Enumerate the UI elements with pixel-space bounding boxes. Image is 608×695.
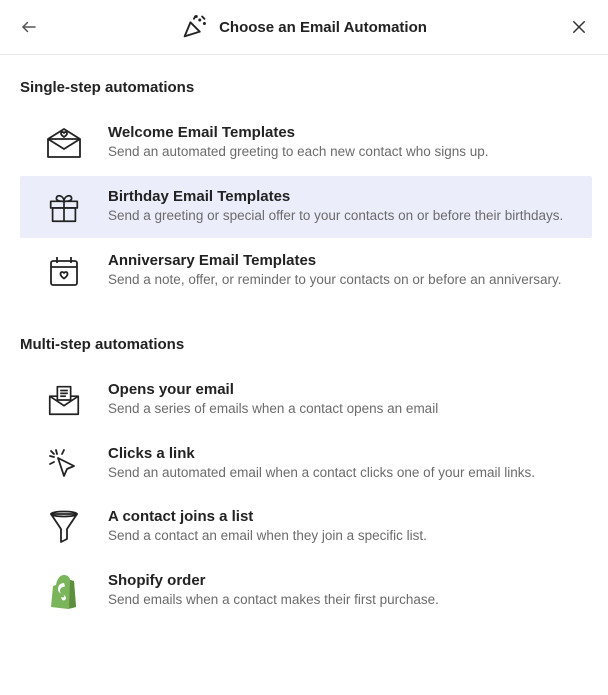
option-title: Anniversary Email Templates	[108, 252, 576, 269]
option-desc: Send emails when a contact makes their f…	[108, 591, 576, 610]
option-joins-list[interactable]: A contact joins a list Send a contact an…	[20, 496, 592, 558]
option-desc: Send an automated greeting to each new c…	[108, 143, 576, 162]
option-desc: Send a greeting or special offer to your…	[108, 207, 576, 226]
cursor-click-icon	[44, 445, 84, 481]
option-body: Welcome Email Templates Send an automate…	[108, 124, 576, 162]
option-birthday[interactable]: Birthday Email Templates Send a greeting…	[20, 176, 592, 238]
confetti-icon	[181, 13, 209, 41]
close-button[interactable]	[566, 14, 592, 40]
envelope-heart-icon	[44, 124, 84, 160]
section-heading-multi: Multi-step automations	[0, 312, 608, 367]
option-title: Clicks a link	[108, 445, 576, 462]
option-desc: Send a note, offer, or reminder to your …	[108, 271, 576, 290]
option-clicks-link[interactable]: Clicks a link Send an automated email wh…	[20, 433, 592, 495]
gift-icon	[44, 188, 84, 224]
option-body: Opens your email Send a series of emails…	[108, 381, 576, 419]
header-center: Choose an Email Automation	[181, 13, 427, 41]
option-body: Shopify order Send emails when a contact…	[108, 572, 576, 610]
option-shopify-order[interactable]: Shopify order Send emails when a contact…	[20, 560, 592, 622]
back-button[interactable]	[16, 14, 42, 40]
option-anniversary[interactable]: Anniversary Email Templates Send a note,…	[20, 240, 592, 302]
option-body: Anniversary Email Templates Send a note,…	[108, 252, 576, 290]
section-heading-single: Single-step automations	[0, 55, 608, 110]
option-title: Opens your email	[108, 381, 576, 398]
option-opens-email[interactable]: Opens your email Send a series of emails…	[20, 369, 592, 431]
option-desc: Send an automated email when a contact c…	[108, 464, 576, 483]
option-title: A contact joins a list	[108, 508, 576, 525]
calendar-heart-icon	[44, 252, 84, 288]
page-title: Choose an Email Automation	[219, 19, 427, 36]
option-welcome[interactable]: Welcome Email Templates Send an automate…	[20, 112, 592, 174]
arrow-left-icon	[20, 18, 38, 36]
header: Choose an Email Automation	[0, 0, 608, 55]
option-desc: Send a contact an email when they join a…	[108, 527, 576, 546]
option-title: Birthday Email Templates	[108, 188, 576, 205]
multi-step-section: Multi-step automations Opens your email …	[0, 312, 608, 633]
option-body: A contact joins a list Send a contact an…	[108, 508, 576, 546]
option-title: Shopify order	[108, 572, 576, 589]
close-icon	[570, 18, 588, 36]
envelope-open-icon	[44, 381, 84, 417]
option-desc: Send a series of emails when a contact o…	[108, 400, 576, 419]
option-body: Clicks a link Send an automated email wh…	[108, 445, 576, 483]
single-step-section: Single-step automations Welcome Email Te…	[0, 55, 608, 312]
shopify-icon	[44, 572, 84, 608]
option-title: Welcome Email Templates	[108, 124, 576, 141]
option-body: Birthday Email Templates Send a greeting…	[108, 188, 576, 226]
funnel-icon	[44, 508, 84, 544]
